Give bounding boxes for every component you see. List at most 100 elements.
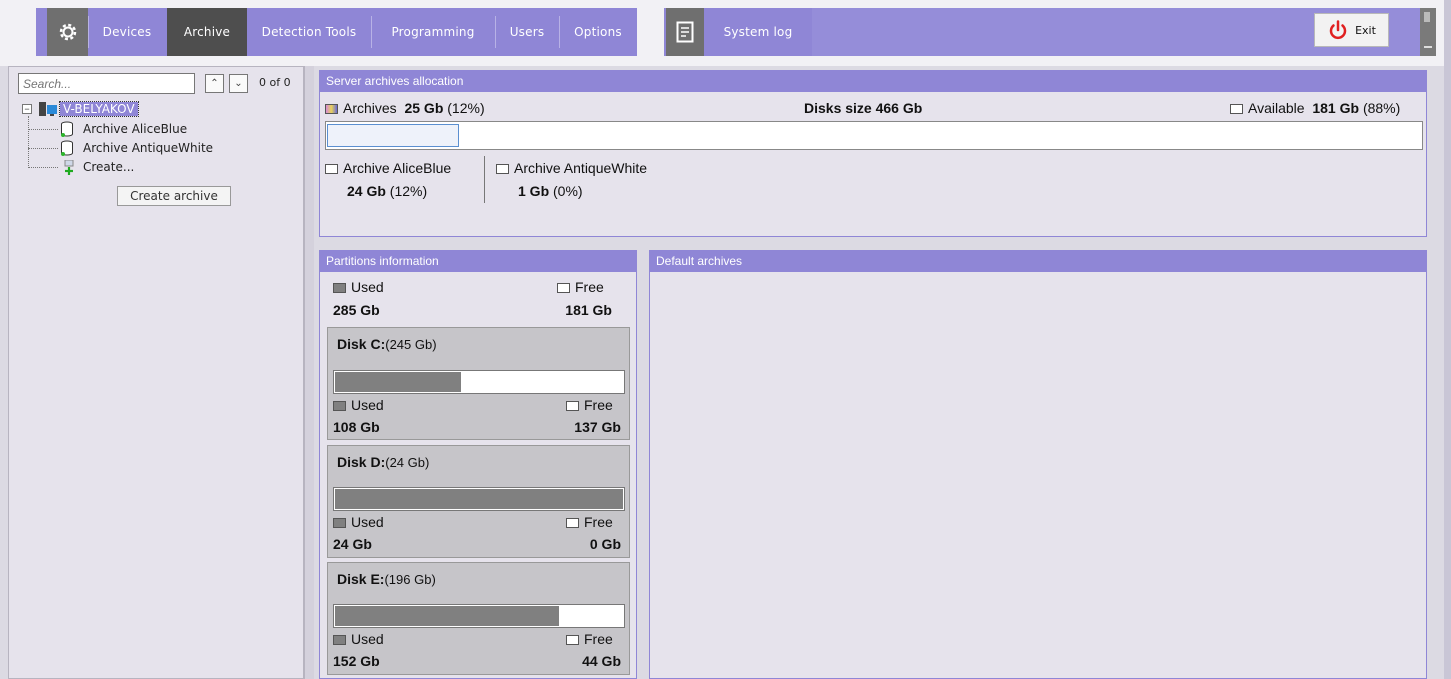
disk-c-title: Disk C:(245 Gb) [337,336,437,352]
tab-programming[interactable]: Programming [373,8,493,56]
panel-splitter[interactable] [304,66,314,679]
disk-e-used-legend: Used [333,631,384,647]
tab-system-log[interactable]: System log [706,8,810,56]
archive-aliceblue-legend: Archive AliceBlue [325,160,451,176]
archive-tree-panel [8,66,304,679]
archive-aliceblue-size-row: 24 Gb (12%) [347,183,427,199]
used-swatch [333,635,346,646]
legend-divider [484,156,485,203]
nav-separator [559,16,560,48]
disk-d-title: Disk D:(24 Gb) [337,454,429,470]
disk-c-used-value: 108 Gb [333,419,380,435]
total-free-value: 181 Gb [565,302,612,318]
disk-e-title: Disk E:(196 Gb) [337,571,436,587]
window-right-edge [1444,0,1451,679]
allocation-bar [325,121,1423,150]
search-input[interactable] [18,73,195,94]
used-label: Used [351,514,384,530]
default-archives-panel: Default archives [649,250,1427,679]
tab-detection-tools[interactable]: Detection Tools [249,8,369,56]
allocation-bar-archives-fill [327,124,459,147]
collapse-icon[interactable]: − [22,104,32,114]
antiquewhite-swatch [496,164,509,175]
settings-button[interactable] [47,8,88,56]
disk-name: Disk E: [337,571,385,587]
tree-line [28,116,29,168]
tree-root-server[interactable]: V-BELYAKOV [59,101,139,117]
disk-e-used-value: 152 Gb [333,653,380,669]
total-used-value: 285 Gb [333,302,380,318]
disk-e-usage-bar [333,604,625,628]
archives-legend: Archives 25 Gb (12%) [325,100,485,116]
used-label: Used [351,279,384,295]
total-free-legend: Free [557,279,604,295]
disk-d-used-value: 24 Gb [333,536,372,552]
free-label: Free [584,631,613,647]
nav-gap [637,8,664,56]
free-swatch [557,283,570,294]
disk-size: (196 Gb) [384,572,436,587]
nav-separator [495,16,496,48]
used-swatch [333,518,346,529]
used-label: Used [351,397,384,413]
disk-name: Disk D: [337,454,386,470]
available-legend: Available 181 Gb (88%) [1230,100,1400,116]
create-archive-button[interactable]: Create archive [117,186,231,206]
disk-usage-fill [335,372,461,392]
archives-label: Archives [343,100,397,116]
disk-size: (245 Gb) [385,337,437,352]
system-log-icon-button[interactable] [666,8,704,56]
tree-line [28,129,58,130]
panel-title: Default archives [650,251,1426,272]
archive-aliceblue-size: 24 Gb [347,183,386,199]
disk-c-free-legend: Free [566,397,613,413]
exit-button[interactable]: Exit [1314,13,1389,47]
tree-line [28,148,58,149]
tree-item-archive-aliceblue[interactable]: Archive AliceBlue [83,122,187,136]
free-label: Free [584,397,613,413]
tab-users[interactable]: Users [497,8,557,56]
archive-antiquewhite-size-row: 1 Gb (0%) [518,183,583,199]
disk-c-usage-bar [333,370,625,394]
available-label: Available [1248,100,1305,116]
chevron-down-icon: ⌄ [234,78,243,89]
free-label: Free [584,514,613,530]
tab-options[interactable]: Options [561,8,635,56]
total-used-legend: Used [333,279,384,295]
search-prev-button[interactable]: ⌃ [205,74,224,93]
gear-icon [59,23,76,41]
used-label: Used [351,631,384,647]
archive-antiquewhite-legend: Archive AntiqueWhite [496,160,647,176]
disk-c-free-value: 137 Gb [574,419,621,435]
disk-d-free-legend: Free [566,514,613,530]
disk-size: (24 Gb) [385,455,430,470]
used-swatch [333,401,346,412]
archives-pct: (12%) [447,100,485,116]
tab-devices[interactable]: Devices [89,8,165,56]
tree-item-archive-antiquewhite[interactable]: Archive AntiqueWhite [83,141,213,155]
power-icon [1329,20,1347,40]
used-swatch [333,283,346,294]
disk-e-free-value: 44 Gb [582,653,621,669]
server-archives-allocation-panel: Server archives allocation [319,70,1427,237]
archive-antiquewhite-pct: (0%) [553,183,583,199]
available-pct: (88%) [1362,100,1401,116]
chevron-up-icon: ⌃ [210,78,219,89]
disk-d-used-legend: Used [333,514,384,530]
available-size: 181 Gb [1312,100,1360,116]
archive-antiquewhite-name: Archive AntiqueWhite [514,160,648,176]
disk-c-used-legend: Used [333,397,384,413]
disk-d-usage-bar [333,487,625,511]
disk-name: Disk C: [337,336,386,352]
disk-d-free-value: 0 Gb [589,536,621,552]
search-next-button[interactable]: ⌄ [229,74,248,93]
disk-usage-fill [335,489,623,509]
tree-item-create[interactable]: Create... [83,160,134,174]
tab-archive[interactable]: Archive [167,8,247,56]
free-label: Free [575,279,604,295]
nav-separator [371,16,372,48]
archive-aliceblue-pct: (12%) [389,183,428,199]
archives-size: 25 Gb [404,100,444,116]
free-swatch [566,401,579,412]
window-grip[interactable] [1420,8,1436,56]
